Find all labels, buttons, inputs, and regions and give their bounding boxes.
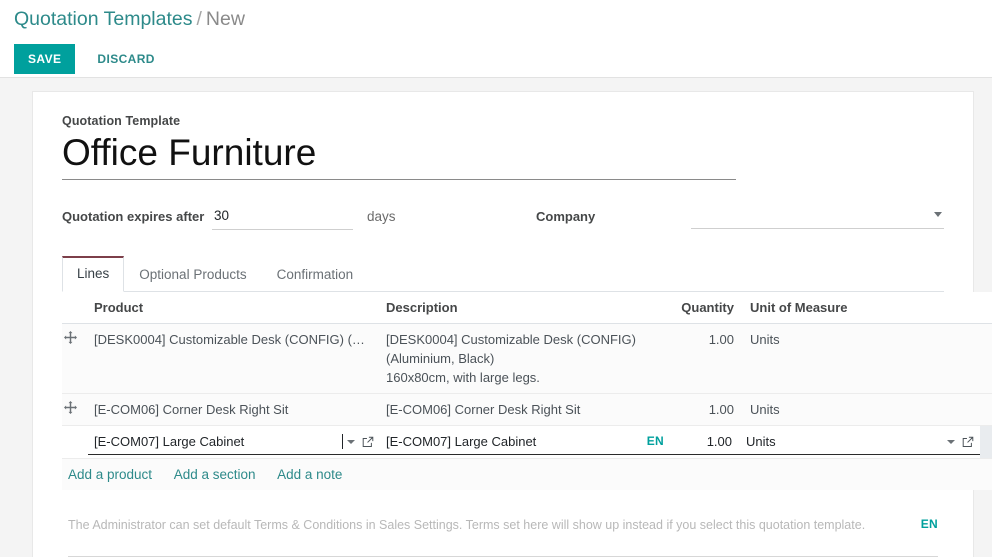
field-group: Quotation expires after days Company (62, 205, 944, 230)
product-input[interactable]: [E-COM07] Large Cabinet (94, 432, 342, 452)
order-lines-table: Product Description Quantity Unit of Mea… (62, 292, 992, 490)
title-block: Quotation Template Office Furniture (62, 114, 944, 180)
description-line: [E-COM06] Corner Desk Right Sit (386, 402, 581, 417)
quotation-template-label: Quotation Template (62, 114, 181, 128)
drag-handle-icon[interactable] (64, 331, 77, 344)
cell-description[interactable]: [E-COM06] Corner Desk Right Sit (380, 393, 670, 426)
breadcrumb: Quotation Templates / New (14, 0, 978, 33)
cell-delete[interactable] (980, 393, 992, 426)
row-drag-handle-cell[interactable] (62, 393, 88, 426)
table-row[interactable]: [DESK0004] Customizable Desk (CONFIG) (…… (62, 323, 992, 394)
description-line: 160x80cm, with large legs. (386, 370, 540, 385)
field-column-right: Company (536, 205, 944, 230)
cell-quantity[interactable]: 1.00 (670, 393, 740, 426)
form-sheet: Quotation Template Office Furniture Quot… (32, 91, 992, 557)
tab-lines[interactable]: Lines (62, 256, 125, 292)
cell-description[interactable]: [DESK0004] Customizable Desk (CONFIG) (A… (380, 323, 670, 394)
days-suffix-label: days (367, 209, 396, 224)
cell-product[interactable]: [DESK0004] Customizable Desk (CONFIG) (… (88, 323, 380, 394)
cell-delete[interactable] (980, 425, 992, 459)
chevron-down-icon[interactable] (947, 439, 955, 444)
cell-unit-of-measure-edit[interactable]: Units (740, 425, 980, 459)
chevron-down-icon[interactable] (934, 212, 942, 217)
quotation-expires-label: Quotation expires after (62, 209, 205, 224)
translation-badge-en[interactable]: EN (641, 432, 668, 451)
action-button-row: SAVE DISCARD (14, 44, 978, 74)
company-label: Company (536, 209, 596, 224)
quotation-expires-input[interactable] (212, 205, 353, 230)
company-input[interactable] (691, 205, 916, 224)
notebook: Lines Optional Products Confirmation Pro… (62, 256, 992, 557)
text-cursor (342, 434, 343, 449)
table-head: Product Description Quantity Unit of Mea… (62, 292, 992, 324)
terms-and-conditions-row[interactable]: The Administrator can set default Terms … (62, 516, 944, 534)
column-header-handle (62, 292, 88, 324)
cell-unit-of-measure[interactable]: Units (740, 323, 980, 394)
description-line: (Aluminium, Black) (386, 351, 495, 366)
title-field-wrapper[interactable]: Office Furniture (62, 130, 736, 180)
terms-placeholder-text[interactable]: The Administrator can set default Terms … (68, 516, 911, 534)
field-column-left: Quotation expires after days (62, 205, 536, 230)
chevron-down-icon[interactable] (347, 439, 355, 444)
breadcrumb-root-link[interactable]: Quotation Templates (14, 8, 193, 30)
cell-description-edit[interactable]: [E-COM07] Large Cabinet EN (380, 425, 670, 459)
description-line: [DESK0004] Customizable Desk (CONFIG) (386, 332, 636, 347)
product-edit-wrapper[interactable]: [E-COM07] Large Cabinet (88, 429, 380, 455)
cell-unit-of-measure[interactable]: Units (740, 393, 980, 426)
cell-quantity-edit[interactable]: 1.00 (670, 425, 740, 459)
table-body: [DESK0004] Customizable Desk (CONFIG) (…… (62, 323, 992, 490)
description-input[interactable]: [E-COM07] Large Cabinet (386, 432, 641, 452)
quantity-edit-wrapper[interactable]: 1.00 (670, 429, 740, 455)
table-row-editing[interactable]: [E-COM07] Large Cabinet [E-COM07] Large … (62, 425, 992, 459)
uom-input[interactable]: Units (746, 432, 943, 452)
column-header-unit-of-measure: Unit of Measure (740, 292, 980, 324)
add-a-section-link[interactable]: Add a section (174, 467, 256, 482)
cell-product-edit[interactable]: [E-COM07] Large Cabinet (88, 425, 380, 459)
description-edit-wrapper[interactable]: [E-COM07] Large Cabinet EN (380, 429, 670, 455)
page-background: Quotation Template Office Furniture Quot… (0, 78, 992, 557)
translation-badge-en[interactable]: EN (911, 516, 938, 531)
breadcrumb-separator: / (196, 8, 202, 30)
add-a-product-link[interactable]: Add a product (68, 467, 152, 482)
save-button[interactable]: SAVE (14, 44, 76, 74)
tab-optional-products[interactable]: Optional Products (124, 256, 261, 292)
column-header-quantity: Quantity (670, 292, 740, 324)
tab-confirmation[interactable]: Confirmation (262, 256, 369, 292)
quantity-input[interactable]: 1.00 (676, 432, 738, 452)
cell-quantity[interactable]: 1.00 (670, 323, 740, 394)
column-header-description: Description (380, 292, 670, 324)
cell-product[interactable]: [E-COM06] Corner Desk Right Sit (88, 393, 380, 426)
control-panel: Quotation Templates / New SAVE DISCARD (0, 0, 992, 78)
add-links-cell: Add a product Add a section Add a note (62, 458, 992, 490)
column-header-delete (980, 292, 992, 324)
company-field-wrapper[interactable] (691, 205, 944, 229)
add-a-note-link[interactable]: Add a note (277, 467, 342, 482)
uom-edit-wrapper[interactable]: Units (740, 429, 980, 455)
breadcrumb-current: New (205, 8, 245, 30)
template-name-input[interactable]: Office Furniture (62, 130, 736, 176)
drag-handle-icon[interactable] (64, 401, 77, 414)
external-link-icon[interactable] (962, 436, 974, 448)
tab-list: Lines Optional Products Confirmation (62, 256, 944, 292)
row-drag-handle-cell (62, 425, 88, 459)
table-row[interactable]: [E-COM06] Corner Desk Right Sit [E-COM06… (62, 393, 992, 426)
table-header-row: Product Description Quantity Unit of Mea… (62, 292, 992, 324)
discard-button[interactable]: DISCARD (85, 44, 166, 74)
row-drag-handle-cell[interactable] (62, 323, 88, 394)
external-link-icon[interactable] (362, 436, 374, 448)
column-header-product: Product (88, 292, 380, 324)
cell-delete[interactable] (980, 323, 992, 394)
add-links-row: Add a product Add a section Add a note (62, 458, 992, 490)
